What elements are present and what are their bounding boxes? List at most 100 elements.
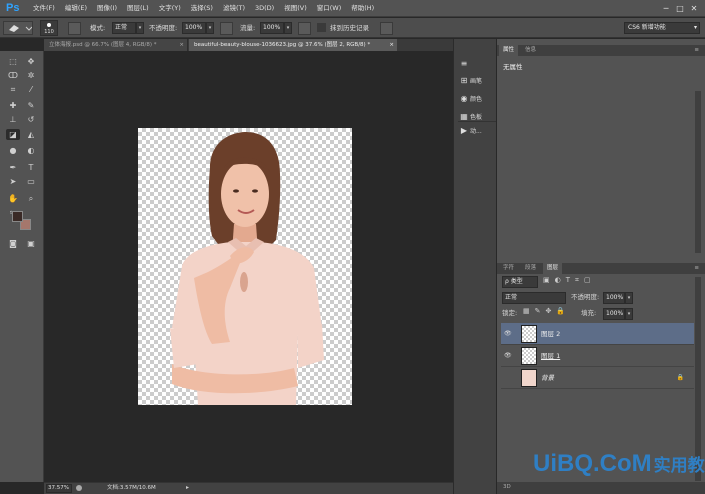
menu-3d[interactable]: 3D(D) [250, 0, 279, 17]
close-button[interactable]: ✕ [687, 0, 701, 17]
sliders-icon: ≡ [460, 59, 468, 68]
layer-name: 图层 1 [541, 352, 561, 360]
flow-dropdown-arrow[interactable]: ▾ [284, 22, 292, 34]
brush-size-value: 110 [44, 29, 54, 35]
color-wheel-icon: ◉ [460, 94, 468, 103]
fill-input[interactable]: 100% [603, 308, 625, 320]
opacity-dropdown-arrow[interactable]: ▾ [206, 22, 214, 34]
rectangle-tool-icon[interactable]: ▭ [24, 176, 38, 187]
paint-bucket-tool-icon[interactable]: ◭ [24, 129, 38, 140]
tool-preset-picker[interactable] [3, 21, 33, 35]
crop-tool-icon[interactable]: ⌗ [6, 84, 20, 95]
erase-to-history-checkbox[interactable] [317, 23, 326, 32]
tab-paragraph[interactable]: 段落 [521, 263, 540, 274]
magic-wand-tool-icon[interactable]: ✲ [24, 70, 38, 81]
lock-label: 锁定: [502, 309, 518, 317]
move-tool-icon[interactable]: ✥ [24, 56, 38, 67]
panel-menu-icon[interactable]: ≡ [690, 263, 703, 274]
tab-layers[interactable]: 图层 [543, 263, 563, 274]
path-selection-tool-icon[interactable]: ➤ [6, 176, 20, 187]
dock-brush[interactable]: ⊞ 画笔 [458, 72, 496, 89]
minimize-button[interactable]: ─ [659, 0, 673, 17]
maximize-button[interactable]: □ [673, 0, 687, 17]
menu-help[interactable]: 帮助(H) [346, 0, 379, 17]
pressure-opacity-icon[interactable] [220, 22, 233, 35]
zoom-level-input[interactable]: 37.57% [46, 484, 72, 493]
status-bar: 37.57% 文档:3.57M/10.6M ▸ [44, 482, 453, 494]
eraser-icon [9, 25, 33, 32]
eraser-tool-icon[interactable]: ◪ [6, 129, 20, 140]
dock-actions[interactable]: ▶ 动... [458, 122, 496, 139]
brush-size-picker[interactable]: 110 [40, 20, 58, 36]
zoom-tool-icon[interactable]: ⌕ [24, 193, 38, 204]
menu-view[interactable]: 视图(V) [279, 0, 312, 17]
hand-tool-icon[interactable]: ✋ [6, 193, 20, 204]
mode-dropdown-arrow[interactable]: ▾ [136, 22, 144, 34]
canvas-area[interactable] [44, 51, 453, 482]
fill-arrow[interactable]: ▾ [625, 308, 633, 320]
layer-filter-select[interactable]: ρ 类型 [502, 276, 538, 288]
opacity-input[interactable]: 100% [182, 22, 206, 34]
layer-opacity-label: 不透明度: [571, 293, 600, 301]
properties-scrollbar[interactable] [695, 91, 701, 253]
blend-mode-select[interactable]: 正常 [502, 292, 566, 304]
menu-window[interactable]: 窗口(W) [312, 0, 347, 17]
eye-icon[interactable]: 👁 [504, 352, 512, 359]
tab-properties[interactable]: 属性 [499, 45, 519, 56]
close-tab-icon[interactable]: × [389, 39, 394, 51]
layer-thumbnail [521, 325, 537, 343]
screen-mode-icon[interactable]: ▣ [24, 238, 38, 249]
type-tool-icon[interactable]: T [24, 162, 38, 173]
tab-document-1[interactable]: 立体海报.psd @ 66.7% (图层 4, RGB/8) * × [44, 39, 188, 51]
menu-type[interactable]: 文字(Y) [154, 0, 186, 17]
menu-file[interactable]: 文件(F) [28, 0, 60, 17]
layer-opacity-input[interactable]: 100% [603, 292, 625, 304]
healing-brush-tool-icon[interactable]: ✚ [6, 100, 20, 111]
airbrush-icon[interactable] [298, 22, 311, 35]
dock-color[interactable]: ◉ 颜色 [458, 90, 496, 107]
layer-filter-icons[interactable]: ▣◐T⌗▢ [543, 276, 596, 285]
layers-tab-bar: 字符 段落 图层 ≡ [497, 263, 705, 274]
tab-document-2[interactable]: beautiful-beauty-blouse-1036623.jpg @ 37… [189, 39, 397, 51]
clone-stamp-tool-icon[interactable]: ⊥ [6, 114, 20, 125]
lock-icons[interactable]: ▦✎✥🔒 [523, 307, 570, 315]
menu-image[interactable]: 图像(I) [92, 0, 122, 17]
history-brush-tool-icon[interactable]: ↺ [24, 114, 38, 125]
flow-input[interactable]: 100% [260, 22, 284, 34]
layer-opacity-arrow[interactable]: ▾ [625, 292, 633, 304]
brush-tool-icon[interactable]: ✎ [24, 100, 38, 111]
blur-tool-icon[interactable]: ● [6, 145, 20, 156]
status-menu-icon[interactable] [76, 485, 82, 491]
tab-3d[interactable]: 3D [499, 482, 515, 493]
menu-select[interactable]: 选择(S) [186, 0, 218, 17]
menu-filter[interactable]: 滤镜(T) [218, 0, 250, 17]
brush-panel-toggle-icon[interactable] [68, 22, 81, 35]
lasso-tool-icon[interactable]: ↀ [6, 70, 20, 81]
foreground-color-swatch[interactable] [12, 211, 23, 222]
tools-panel: ⬚ ✥ ↀ ✲ ⌗ ⁄ ✚ ✎ ⊥ ↺ ◪ ◭ ● ◐ ✒ T ➤ ▭ ✋ ⌕ … [0, 51, 44, 482]
close-tab-icon[interactable]: × [179, 39, 184, 51]
mode-select[interactable]: 正常 [112, 22, 136, 34]
tab-info[interactable]: 信息 [521, 45, 540, 56]
document-canvas[interactable] [138, 128, 352, 405]
layer-thumbnail [521, 347, 537, 365]
panel-menu-icon[interactable]: ≡ [690, 45, 703, 56]
status-arrow-icon[interactable]: ▸ [186, 484, 189, 491]
layer-row-1[interactable]: 👁 图层 1 [501, 345, 694, 367]
menu-edit[interactable]: 编辑(E) [60, 0, 92, 17]
dock-tool-presets[interactable]: ≡ [458, 55, 496, 72]
layer-row-2[interactable]: 👁 图层 2 [501, 323, 694, 345]
quick-mask-icon[interactable]: ◙ [6, 238, 20, 249]
eyedropper-tool-icon[interactable]: ⁄ [24, 84, 38, 95]
layer-row-background[interactable]: 👁 背景 🔒 [501, 367, 694, 389]
workspace-value: CS6 新增功能 [628, 24, 666, 31]
pen-tool-icon[interactable]: ✒ [6, 162, 20, 173]
dodge-tool-icon[interactable]: ◐ [24, 145, 38, 156]
menu-layer[interactable]: 图层(L) [122, 0, 154, 17]
marquee-tool-icon[interactable]: ⬚ [6, 56, 20, 67]
eye-icon[interactable]: 👁 [504, 330, 512, 337]
tab-character[interactable]: 字符 [499, 263, 518, 274]
workspace-select[interactable]: CS6 新增功能 ▾ [624, 22, 700, 34]
document-size-info: 文档:3.57M/10.6M [107, 485, 156, 491]
pressure-size-icon[interactable] [380, 22, 393, 35]
